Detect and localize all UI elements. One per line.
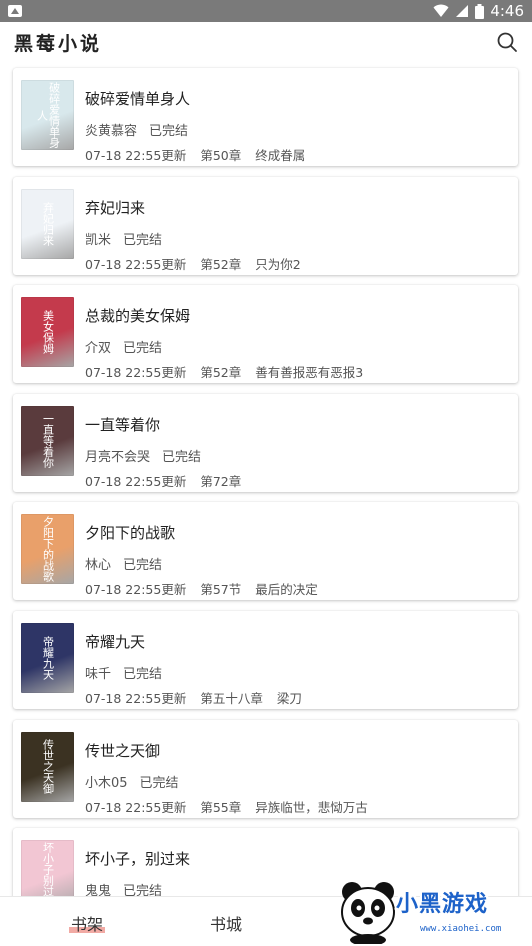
book-status: 已完结 bbox=[149, 124, 189, 139]
tab-bookstore[interactable]: 书城 bbox=[210, 911, 242, 935]
book-update-info: 07-18 22:55更新 第72章 bbox=[85, 471, 241, 490]
book-status: 已完结 bbox=[162, 449, 202, 465]
latest-chapter-title: 梁刀 bbox=[276, 691, 302, 706]
latest-chapter-title: 善有善报恶有恶报3 bbox=[255, 365, 364, 381]
latest-chapter: 第52章 bbox=[200, 256, 242, 272]
book-meta: 凯米 已完结 bbox=[85, 229, 162, 248]
watermark: 小黑游戏 www.xiaohei.com bbox=[334, 878, 526, 944]
book-author: 介双 bbox=[85, 341, 112, 357]
book-cover: 弃妃归来 bbox=[21, 188, 74, 259]
book-meta: 介双 已完结 bbox=[85, 337, 162, 356]
book-update-info: 07-18 22:55更新 第50章 终成眷属 bbox=[85, 145, 305, 164]
latest-chapter: 第55章 bbox=[200, 799, 242, 815]
book-update-info: 07-18 22:55更新 第55章 异族临世，悲恸万古 bbox=[85, 797, 368, 816]
book-status: 已完结 bbox=[123, 884, 163, 896]
book-meta: 月亮不会哭 已完结 bbox=[85, 446, 201, 465]
latest-chapter: 第72章 bbox=[200, 473, 242, 489]
book-cover: 夕阳下的战歌 bbox=[21, 514, 74, 585]
bookshelf-list[interactable]: 破碎爱情单身人 破碎爱情单身人 炎黄慕容 已完结 07-18 22:55更新 第50章 终成… bbox=[0, 62, 532, 896]
book-status: 已完结 bbox=[123, 341, 163, 357]
book-title: 传世之天御 bbox=[85, 741, 161, 760]
app-bar: 黑莓小说 bbox=[0, 22, 532, 62]
app-notification-icon bbox=[8, 5, 22, 17]
book-status: 已完结 bbox=[123, 558, 163, 574]
latest-chapter: 第52章 bbox=[200, 365, 242, 381]
book-update-info: 07-18 22:55更新 第五十八章 梁刀 bbox=[85, 688, 302, 707]
book-status: 已完结 bbox=[123, 232, 163, 248]
book-cover: 传世之天御 bbox=[21, 731, 74, 802]
book-author: 凯米 bbox=[85, 232, 112, 248]
wifi-icon bbox=[433, 4, 449, 17]
book-card[interactable]: 夕阳下的战歌 夕阳下的战歌 林心 已完结 07-18 22:55更新 第57节 最后的决定 bbox=[13, 502, 518, 601]
latest-chapter-title: 终成眷属 bbox=[255, 148, 306, 163]
update-time: 07-18 22:55更新 bbox=[85, 148, 187, 163]
book-update-info: 07-18 22:55更新 第52章 善有善报恶有恶报3 bbox=[85, 362, 363, 381]
signal-icon bbox=[456, 5, 469, 17]
book-update-info: 07-18 22:55更新 第57节 最后的决定 bbox=[85, 579, 318, 598]
book-title: 夕阳下的战歌 bbox=[85, 524, 176, 543]
watermark-url: www.xiaohei.com bbox=[420, 924, 502, 934]
latest-chapter-title: 只为你2 bbox=[255, 256, 301, 272]
book-card[interactable]: 一直等着你 一直等着你 月亮不会哭 已完结 07-18 22:55更新 第72章 bbox=[13, 393, 518, 492]
book-update-info: 07-18 22:55更新 第52章 只为你2 bbox=[85, 254, 301, 273]
book-author: 林心 bbox=[85, 558, 112, 574]
latest-chapter: 第50章 bbox=[200, 148, 242, 163]
update-time: 07-18 22:55更新 bbox=[85, 256, 187, 272]
book-meta: 炎黄慕容 已完结 bbox=[85, 120, 188, 139]
book-card[interactable]: 传世之天御 传世之天御 小木05 已完结 07-18 22:55更新 第55章 异族临世，悲… bbox=[13, 719, 518, 818]
update-time: 07-18 22:55更新 bbox=[85, 582, 187, 598]
search-icon[interactable] bbox=[496, 31, 518, 53]
book-card[interactable]: 弃妃归来 弃妃归来 凯米 已完结 07-18 22:55更新 第52章 只为你2 bbox=[13, 176, 518, 275]
latest-chapter-title: 异族临世，悲恸万古 bbox=[255, 799, 368, 815]
book-author: 炎黄慕容 bbox=[85, 124, 138, 139]
latest-chapter-title: 最后的决定 bbox=[255, 582, 318, 598]
update-time: 07-18 22:55更新 bbox=[85, 473, 187, 489]
book-card[interactable]: 破碎爱情单身人 破碎爱情单身人 炎黄慕容 已完结 07-18 22:55更新 第50章 终成… bbox=[13, 68, 518, 166]
book-title: 总裁的美女保姆 bbox=[85, 307, 191, 326]
book-title: 一直等着你 bbox=[85, 415, 161, 434]
book-cover: 美女保姆 bbox=[21, 297, 74, 368]
update-time: 07-18 22:55更新 bbox=[85, 365, 187, 381]
book-author: 鬼鬼 bbox=[85, 884, 112, 896]
book-status: 已完结 bbox=[123, 667, 163, 682]
book-author: 小木05 bbox=[85, 775, 128, 791]
panda-logo-icon bbox=[341, 882, 395, 944]
book-title: 弃妃归来 bbox=[85, 198, 146, 217]
update-time: 07-18 22:55更新 bbox=[85, 691, 187, 706]
book-meta: 味千 已完结 bbox=[85, 663, 162, 682]
status-bar: 4:46 bbox=[0, 0, 532, 22]
book-cover: 破碎爱情单身人 bbox=[21, 80, 74, 150]
battery-icon bbox=[475, 3, 485, 19]
update-time: 07-18 22:55更新 bbox=[85, 799, 187, 815]
book-cover: 一直等着你 bbox=[21, 405, 74, 476]
book-author: 月亮不会哭 bbox=[85, 449, 151, 465]
book-author: 味千 bbox=[85, 667, 112, 682]
latest-chapter: 第五十八章 bbox=[200, 691, 263, 706]
latest-chapter: 第57节 bbox=[200, 582, 242, 598]
status-time: 4:46 bbox=[490, 2, 524, 20]
book-status: 已完结 bbox=[139, 775, 179, 791]
watermark-text: 小黑游戏 bbox=[396, 892, 489, 917]
book-meta: 林心 已完结 bbox=[85, 554, 162, 573]
book-cover: 帝耀九天 bbox=[21, 623, 74, 693]
tab-bookshelf[interactable]: 书架 bbox=[68, 911, 106, 935]
book-cover: 坏小子别过来 bbox=[21, 840, 74, 896]
book-title: 坏小子，别过来 bbox=[85, 850, 191, 869]
book-meta: 鬼鬼 已完结 bbox=[85, 880, 162, 896]
book-title: 破碎爱情单身人 bbox=[85, 90, 191, 108]
app-title: 黑莓小说 bbox=[14, 32, 103, 55]
book-title: 帝耀九天 bbox=[85, 633, 146, 651]
book-meta: 小木05 已完结 bbox=[85, 772, 179, 791]
book-card[interactable]: 美女保姆 总裁的美女保姆 介双 已完结 07-18 22:55更新 第52章 善有善报恶有恶… bbox=[13, 285, 518, 384]
book-card[interactable]: 帝耀九天 帝耀九天 味千 已完结 07-18 22:55更新 第五十八章 梁刀 bbox=[13, 611, 518, 709]
